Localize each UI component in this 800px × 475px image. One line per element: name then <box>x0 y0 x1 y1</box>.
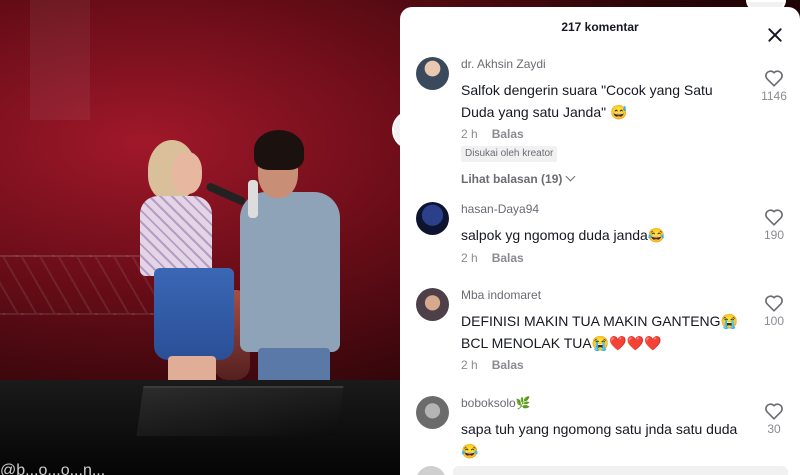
comment-meta: 2 h Balas <box>461 127 524 141</box>
close-icon[interactable] <box>764 25 786 47</box>
singer-skirt <box>154 268 234 360</box>
like-count: 30 <box>767 422 781 436</box>
comment-time: 2 h <box>461 127 478 141</box>
view-replies-button[interactable]: Lihat balasan (19) <box>461 171 576 186</box>
comment-text: Salfok dengerin suara "Cocok yang Satu D… <box>461 82 713 120</box>
heart-icon <box>765 403 783 420</box>
heart-icon <box>765 209 783 226</box>
view-replies-label: Lihat balasan (19) <box>461 172 563 186</box>
comment-username[interactable]: dr. Akhsin Zaydi <box>461 57 546 71</box>
microphone <box>205 181 247 207</box>
comment-text: sapa tuh yang ngomong satu jnda satu dud… <box>461 421 738 459</box>
avatar[interactable] <box>416 57 449 90</box>
reply-button[interactable]: Balas <box>492 251 524 265</box>
stage-truss <box>0 255 160 315</box>
comment-meta: 2 h Balas <box>461 251 524 265</box>
singer-top <box>140 196 212 276</box>
comment-time: 2 h <box>461 251 478 265</box>
like-button[interactable]: 100 <box>760 294 788 328</box>
comment-text: DEFINISI MAKIN TUA MAKIN GANTENG😭 BCL ME… <box>461 313 738 351</box>
comment-username[interactable]: boboksolo🌿 <box>461 396 531 410</box>
comment-username[interactable]: hasan-Daya94 <box>461 202 539 216</box>
stage-light <box>30 0 90 120</box>
comment-meta: 2 h Balas <box>461 358 524 372</box>
video-watermark: @b...o...o...n... <box>0 462 106 475</box>
like-button[interactable]: 190 <box>760 208 788 242</box>
comment-input[interactable] <box>453 466 788 475</box>
heart-icon <box>765 295 783 312</box>
comment-username[interactable]: Mba indomaret <box>461 288 541 302</box>
avatar[interactable] <box>416 396 449 429</box>
avatar[interactable] <box>416 288 449 321</box>
comment-time: 2 h <box>461 358 478 372</box>
reply-button[interactable]: Balas <box>492 127 524 141</box>
stage-monitor <box>136 386 344 436</box>
singer-hair-2 <box>254 130 304 170</box>
my-avatar <box>416 466 446 475</box>
reply-button[interactable]: Balas <box>492 358 524 372</box>
avatar[interactable] <box>416 202 449 235</box>
microphone-2 <box>248 180 258 218</box>
comment-input-bar <box>400 462 800 475</box>
comment-count-title: 217 komentar <box>561 20 639 34</box>
like-count: 100 <box>763 314 785 328</box>
like-count: 1146 <box>761 89 787 103</box>
like-button[interactable]: 1146 <box>760 69 788 103</box>
comment-text: salpok yg ngomog duda janda😂 <box>461 227 666 243</box>
heart-icon <box>765 70 783 87</box>
like-count: 190 <box>763 228 785 242</box>
like-button[interactable]: 30 <box>760 402 788 436</box>
creator-liked-badge: Disukai oleh kreator <box>461 146 558 162</box>
chevron-down-icon <box>565 171 576 182</box>
comments-panel: 217 komentar dr. Akhsin Zaydi Salfok den… <box>400 7 800 475</box>
singer-face <box>172 152 202 194</box>
comments-header: 217 komentar <box>400 7 800 47</box>
